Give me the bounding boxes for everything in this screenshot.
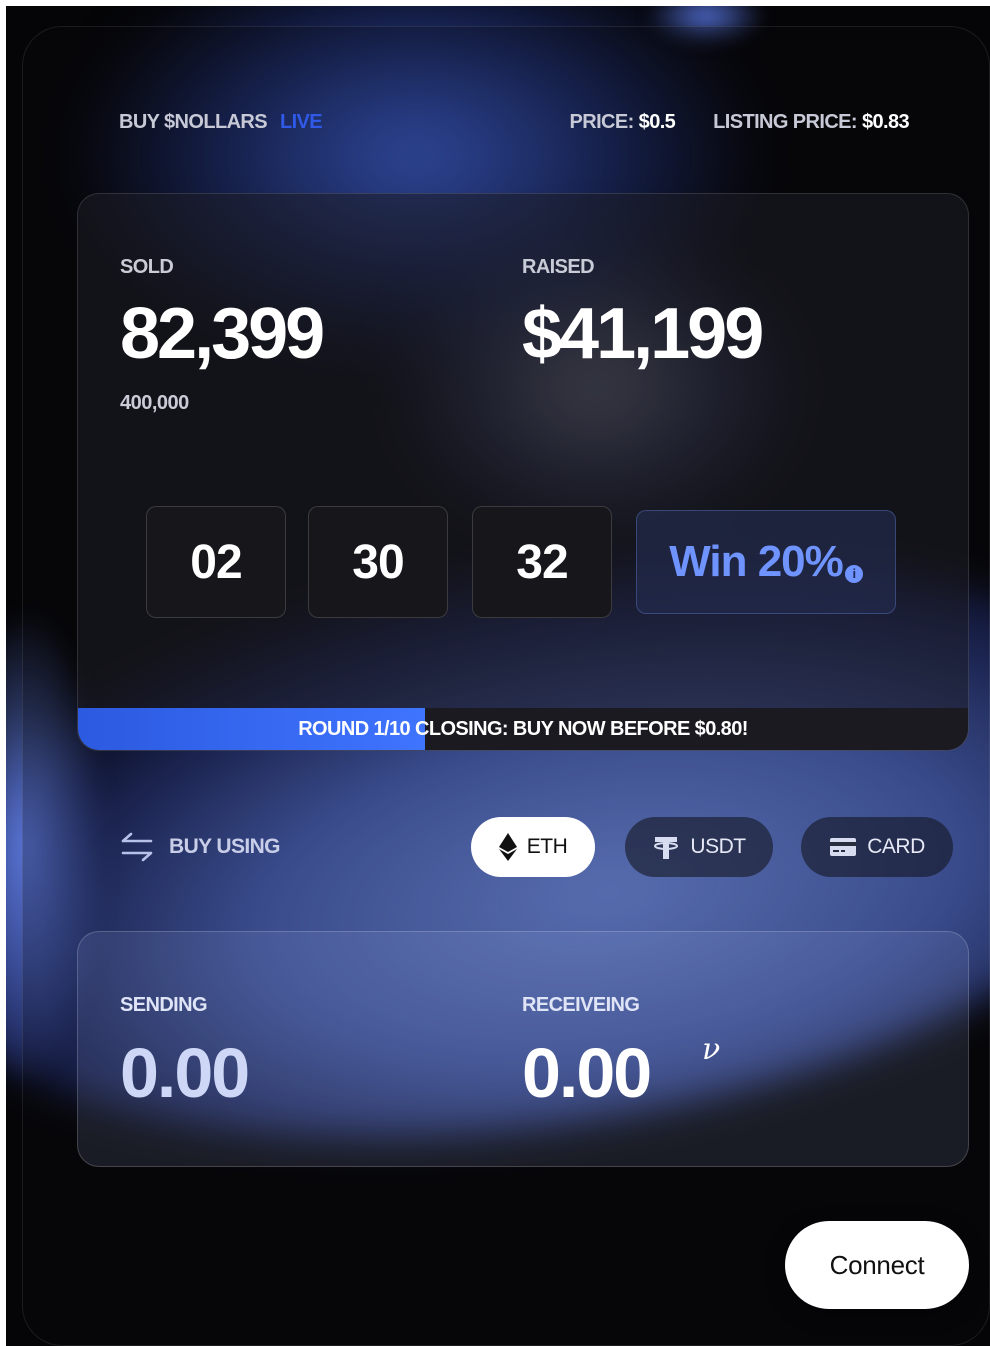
pay-usdt-button[interactable]: USDT <box>625 817 773 877</box>
buy-using-text: BUY USING <box>169 835 281 858</box>
price-info: PRICE: $0.5 LISTING PRICE: $0.83 <box>569 111 910 134</box>
raised-value: $41,199 <box>522 294 764 374</box>
pay-eth-button[interactable]: ETH <box>471 817 595 877</box>
progress-text: ROUND 1/10 CLOSING: BUY NOW BEFORE $0.80… <box>298 717 748 740</box>
buy-title: BUY $NOLLARS LIVE <box>119 111 323 134</box>
pay-eth-label: ETH <box>526 835 568 858</box>
live-badge: LIVE <box>279 111 323 133</box>
connect-button[interactable]: Connect <box>785 1221 969 1309</box>
presale-widget: BUY $NOLLARS LIVE PRICE: $0.5 LISTING PR… <box>22 26 990 1346</box>
win-label: Win 20% <box>669 537 844 586</box>
token-symbol-icon: ν <box>702 1032 721 1067</box>
pay-card-label: CARD <box>867 835 925 858</box>
receiving-label: RECEIVEING <box>522 994 640 1016</box>
listing-price-label: LISTING PRICE: <box>713 111 857 133</box>
eth-icon <box>498 833 517 861</box>
round-progress-bar: ROUND 1/10 CLOSING: BUY NOW BEFORE $0.80… <box>78 708 968 750</box>
buy-label: BUY $NOLLARS <box>119 111 268 133</box>
price-value: $0.5 <box>638 111 676 133</box>
countdown-box: 32 <box>472 506 612 618</box>
sold-label: SOLD <box>120 256 174 278</box>
listing-price-value: $0.83 <box>861 111 910 133</box>
sending-label: SENDING <box>120 994 208 1016</box>
page-background: BUY $NOLLARS LIVE PRICE: $0.5 LISTING PR… <box>6 6 990 1346</box>
stats-panel: SOLD 82,399 400,000 RAISED $41,199 02 30… <box>77 193 969 751</box>
countdown-box: 30 <box>308 506 448 618</box>
pay-card-button[interactable]: CARD <box>801 817 953 877</box>
sold-value: 82,399 <box>120 294 325 374</box>
sending-amount-input[interactable]: 0.00 <box>120 1038 250 1108</box>
card-icon <box>830 838 857 856</box>
receiving-amount: 0.00 <box>522 1034 652 1112</box>
swap-icon <box>121 832 153 862</box>
countdown-box: 02 <box>146 506 286 618</box>
exchange-panel: SENDING 0.00 RECEIVEING 0.00 ν <box>77 931 969 1167</box>
sold-total: 400,000 <box>120 392 189 414</box>
pay-usdt-label: USDT <box>690 835 746 858</box>
price-label: PRICE: <box>569 111 635 133</box>
buy-using-label: BUY USING <box>119 827 281 867</box>
raised-label: RAISED <box>522 256 595 278</box>
tether-icon <box>654 837 679 859</box>
win-button[interactable]: Win 20% i <box>636 510 896 614</box>
info-icon[interactable]: i <box>844 565 863 583</box>
header: BUY $NOLLARS LIVE PRICE: $0.5 LISTING PR… <box>119 111 910 141</box>
